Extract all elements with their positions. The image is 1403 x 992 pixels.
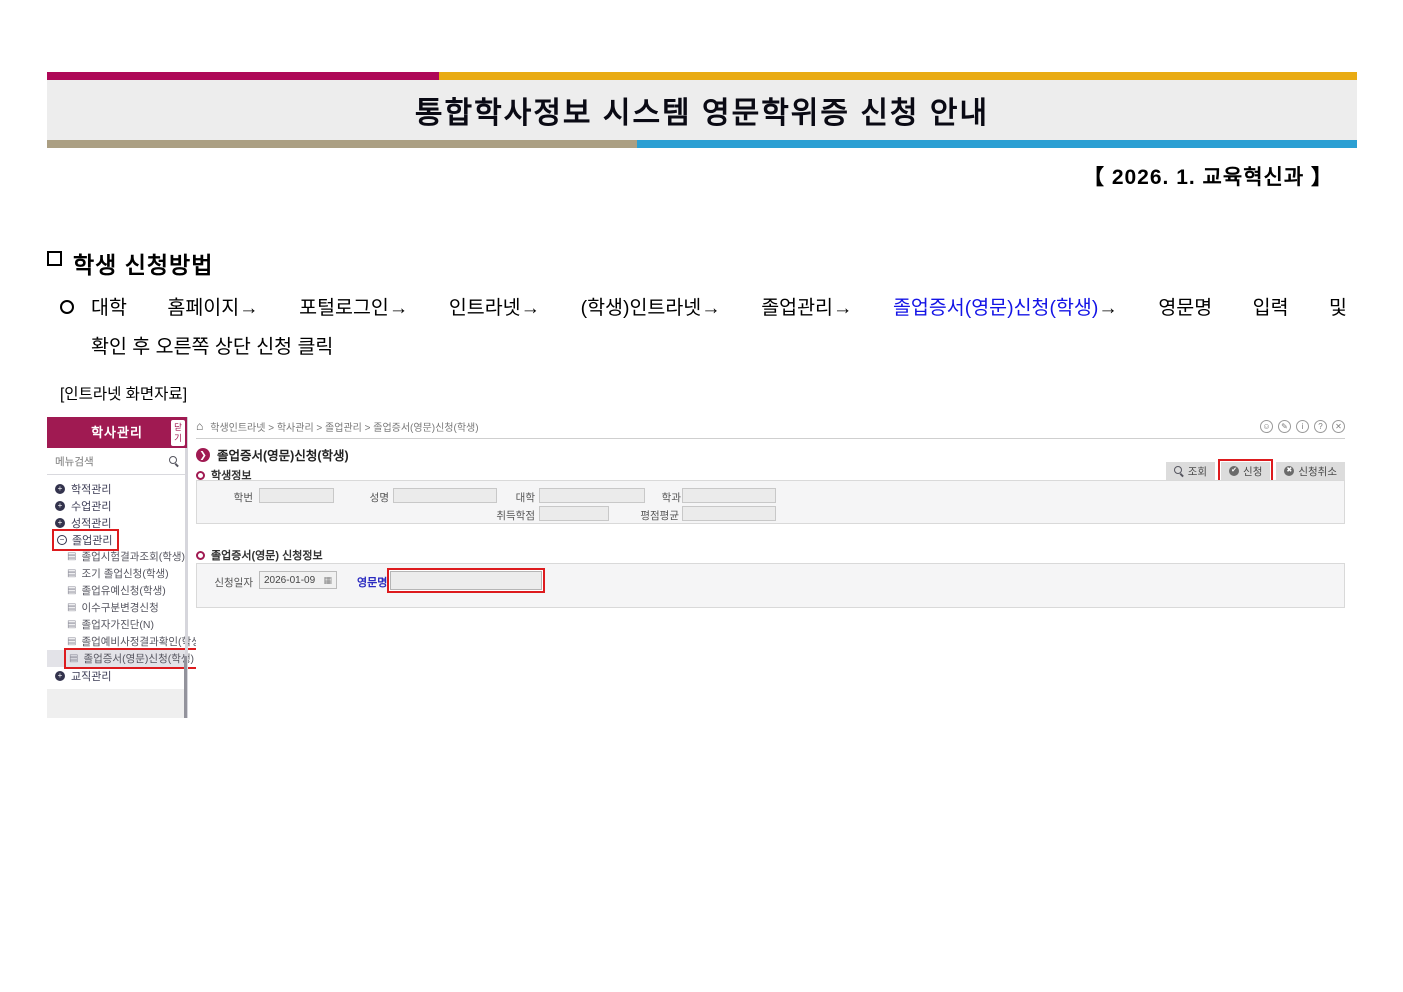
banner-bottom-bar-blue [637,140,1357,148]
info-icon[interactable]: i [1296,420,1309,433]
plus-circle-icon: + [55,518,65,528]
step-menu-link: 졸업증서(영문)신청(학생) [893,297,1098,319]
submenu-item-english-certificate[interactable]: ▤ 졸업증서(영문)신청(학생) [47,650,187,667]
name-field[interactable] [393,488,497,503]
edit-icon[interactable]: ✎ [1278,420,1291,433]
red-highlight-box: − 졸업관리 [52,529,119,551]
divider [196,438,1345,439]
sidebar-scrollbar-thumb[interactable] [184,656,187,718]
field-label-credits: 취득학점 [473,508,535,523]
apply-button[interactable]: ✔ 신청 [1221,462,1270,480]
menu-search-placeholder: 메뉴검색 [55,454,169,469]
sidebar-empty-area [47,689,187,718]
banner-bottom-bar-tan [47,140,637,148]
banner-bottom-bar [47,140,1357,148]
banner: 통합학사정보 시스템 영문학위증 신청 안내 [47,80,1357,140]
sidebar-item-sueop[interactable]: + 수업관리 [47,497,187,514]
sidebar-header: 학사관리 닫기 [47,417,187,448]
step-text-post: → 영문명 입력 및 [1098,297,1347,319]
field-label-hakgwa: 학과 [629,490,681,505]
search-button[interactable]: 조회 [1166,462,1215,480]
apply-info-section-title: 졸업증서(영문) 신청정보 [196,547,323,563]
step-text-pre: 대학 홈페이지→ 포털로그인→ 인트라넷→ (학생)인트라넷→ 졸업관리→ [91,297,893,319]
plus-circle-icon: + [55,671,65,681]
breadcrumb-bar: ⌂ 학생인트라넷 > 학사관리 > 졸업관리 > 졸업증서(영문)신청(학생) … [196,418,1345,434]
document-icon: ▤ [67,551,76,562]
field-label-gpa: 평점평균 [617,508,679,523]
breadcrumb: 학생인트라넷 > 학사관리 > 졸업관리 > 졸업증서(영문)신청(학생) [210,419,478,434]
document-icon: ▤ [67,619,76,630]
banner-top-bar-gold [439,72,1357,80]
apply-date-field[interactable]: 2026-01-09 ▦ [259,571,337,589]
plus-circle-icon: + [55,484,65,494]
document-icon: ▤ [67,602,76,613]
search-icon [1174,466,1184,476]
screen-title-row: ❯ 졸업증서(영문)신청(학생) [196,445,349,464]
sidebar-item-joleop[interactable]: − 졸업관리 [47,531,187,548]
window-icon-group: ☺ ✎ i ? ✕ [1260,420,1345,433]
sidebar: 학사관리 닫기 메뉴검색 + 학적관리 + 수업관리 + 성적관리 [47,417,188,718]
apply-info-panel: 신청일자 2026-01-09 ▦ 영문명 [196,563,1345,608]
minus-circle-icon: − [57,535,67,545]
main-content: ⌂ 학생인트라넷 > 학사관리 > 졸업관리 > 졸업증서(영문)신청(학생) … [196,414,1345,716]
field-label-seongmyeong: 성명 [337,490,389,505]
step-line-2: 확인 후 오른쪽 상단 신청 클릭 [91,330,1347,364]
document-icon: ▤ [67,636,76,647]
submenu-item[interactable]: ▤ 이수구분변경신청 [47,599,187,616]
square-bullet-icon [47,251,62,266]
document-page: 통합학사정보 시스템 영문학위증 신청 안내 【 2026. 1. 교육혁신과 … [0,0,1403,992]
menu-search-box[interactable]: 메뉴검색 [47,448,187,475]
credits-field[interactable] [539,506,609,521]
sidebar-menu: + 학적관리 + 수업관리 + 성적관리 − 졸업관리 [47,475,187,684]
intranet-screenshot: 학사관리 닫기 메뉴검색 + 학적관리 + 수업관리 + 성적관리 [47,412,1345,718]
field-label-apply-date: 신청일자 [203,575,253,590]
red-highlight-box [387,568,545,593]
close-icon[interactable]: ✕ [1332,420,1345,433]
home-icon[interactable]: ⌂ [196,419,203,433]
banner-top-bar [47,72,1357,80]
sidebar-title: 학사관리 [47,417,187,448]
screenshot-caption: [인트라넷 화면자료] [60,382,187,404]
instruction-steps: 대학 홈페이지→ 포털로그인→ 인트라넷→ (학생)인트라넷→ 졸업관리→ 졸업… [60,291,1347,364]
document-icon: ▤ [69,653,78,664]
department-field[interactable] [682,488,776,503]
submenu-item[interactable]: ▤ 졸업유예신청(학생) [47,582,187,599]
english-name-field[interactable] [390,571,542,590]
circle-bullet-icon [60,300,74,314]
section-heading: 학생 신청방법 [47,246,213,280]
calendar-icon[interactable]: ▦ [323,575,332,586]
sidebar-item-gyojik[interactable]: + 교직관리 [47,667,187,684]
sidebar-close-button[interactable]: 닫기 [171,420,185,446]
submenu-item[interactable]: ▤ 졸업자가진단(N) [47,616,187,633]
student-info-panel: 학번 성명 대학 학과 취득학점 평점평균 [196,480,1345,524]
apply-date-value: 2026-01-09 [264,575,323,586]
ring-icon [196,471,205,480]
submenu-item[interactable]: ▤ 졸업시험결과조회(학생) [47,548,187,565]
help-icon[interactable]: ? [1314,420,1327,433]
red-highlight-box: ▤ 졸업증서(영문)신청(학생) [64,648,201,669]
ring-icon [196,551,205,560]
banner-top-bar-magenta [47,72,439,80]
submenu-item[interactable]: ▤ 조기 졸업신청(학생) [47,565,187,582]
student-id-field[interactable] [259,488,334,503]
gpa-field[interactable] [682,506,776,521]
check-circle-icon: ✔ [1229,466,1239,476]
step-line-1: 대학 홈페이지→ 포털로그인→ 인트라넷→ (학생)인트라넷→ 졸업관리→ 졸업… [91,291,1347,325]
screen-title: 졸업증서(영문)신청(학생) [217,445,349,464]
plus-circle-icon: + [55,501,65,511]
arrow-circle-icon: ❯ [196,448,210,462]
user-icon[interactable]: ☺ [1260,420,1273,433]
document-icon: ▤ [67,585,76,596]
field-label-daehak: 대학 [483,490,535,505]
search-icon[interactable] [169,456,179,466]
field-label-hakbeon: 학번 [201,490,253,505]
date-department: 【 2026. 1. 교육혁신과 】 [1083,161,1333,191]
section-heading-text: 학생 신청방법 [73,246,213,280]
cancel-apply-button[interactable]: ✖ 신청취소 [1276,462,1345,480]
document-icon: ▤ [67,568,76,579]
x-circle-icon: ✖ [1284,466,1294,476]
sidebar-item-hakjeok[interactable]: + 학적관리 [47,480,187,497]
page-title: 통합학사정보 시스템 영문학위증 신청 안내 [415,88,989,132]
field-label-english-name: 영문명 [357,574,387,590]
